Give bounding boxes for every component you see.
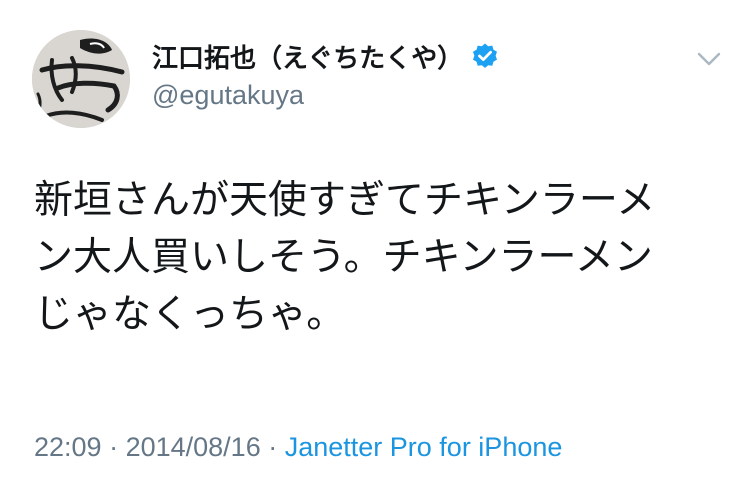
- tweet-text-line: ン大人買いしそう。チキンラーメン: [34, 235, 653, 280]
- tweet-text-line: 新垣さんが天使すぎてチキンラーメ: [34, 178, 656, 223]
- author-handle[interactable]: @egutakuya: [152, 80, 304, 111]
- tweet-date[interactable]: 2014/08/16: [126, 432, 261, 462]
- meta-separator: ·: [101, 432, 126, 462]
- tweet-time[interactable]: 22:09: [34, 432, 102, 462]
- meta-separator: ·: [260, 432, 285, 462]
- tweet-text-line: じゃなくっちゃ。: [34, 292, 346, 337]
- avatar[interactable]: [32, 30, 130, 128]
- tweet-text: 新垣さんが天使すぎてチキンラーメ ン大人買いしそう。チキンラーメン じゃなくっちゃ。: [34, 172, 724, 343]
- author-display-name[interactable]: 江口拓也（えぐちたくや）: [152, 38, 463, 75]
- avatar-sketch-icon: [32, 30, 130, 128]
- tweet-card: 江口拓也（えぐちたくや） @egutakuya 新垣さんが天使すぎてチキンラーメ…: [0, 0, 749, 489]
- chevron-down-icon[interactable]: [696, 50, 722, 68]
- tweet-meta: 22:09 · 2014/08/16 · Janetter Pro for iP…: [34, 432, 562, 463]
- verified-badge-icon: [473, 43, 498, 68]
- author-name-row[interactable]: 江口拓也（えぐちたくや）: [152, 38, 499, 74]
- tweet-source-link[interactable]: Janetter Pro for iPhone: [285, 432, 563, 462]
